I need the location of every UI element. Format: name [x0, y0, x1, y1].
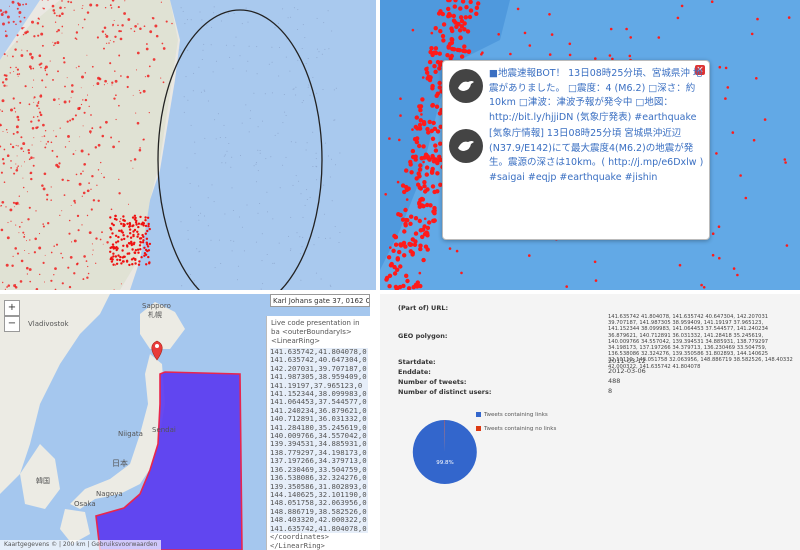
field-label: Number of distinct users:	[398, 388, 492, 396]
startdate-value: 2011-03-12	[608, 357, 646, 365]
zoom-in-button[interactable]: +	[4, 300, 20, 316]
field-label: Enddate:	[398, 368, 431, 376]
code-footer: </coordinates></LinearRing> </Polygon>	[270, 532, 330, 550]
tweet-count-value: 488	[608, 377, 621, 385]
enddate-value: 2012-03-06	[608, 367, 646, 375]
legend-item: Tweets containing no links	[476, 426, 556, 433]
coordinate-line: 141.635742,41.804078,0	[270, 523, 367, 533]
map-label: Niigata	[118, 430, 143, 438]
tweet-item: [気象庁情報] 13日08時25分頃 宮城県沖近辺 (N37.9/E142)にて…	[449, 127, 705, 185]
field-label: Number of tweets:	[398, 378, 467, 386]
avatar	[449, 129, 483, 163]
map-label: Nagoya	[96, 490, 123, 498]
distinct-users-value: 8	[608, 387, 613, 395]
query-results-panel: (Part of) URL: GEO polygon: 141.635742 4…	[380, 294, 800, 550]
tweet-text: [気象庁情報] 13日08時25分頃 宮城県沖近辺 (N37.9/E142)にて…	[489, 128, 704, 183]
bird-icon	[458, 141, 474, 151]
map-panel-tweet-density[interactable]	[0, 0, 376, 290]
field-label: GEO polygon:	[398, 332, 448, 340]
links-pie-chart: 99.8%	[412, 419, 477, 484]
legend-swatch	[476, 412, 481, 417]
panel-divider	[376, 0, 380, 550]
map-label: Vladivostok	[28, 320, 69, 328]
field-label: Startdate:	[398, 358, 436, 366]
tweet-popup: × ■地震速報BOT！ 13日08時25分頃、宮城県沖 地震がありました。 □震…	[442, 60, 710, 240]
legend-item: Tweets containing links	[476, 412, 548, 419]
bird-icon	[458, 81, 474, 91]
map-label: 札幌	[148, 311, 162, 319]
map-attribution: Kaartgegevens © | 200 km | Gebruiksvoorw…	[0, 540, 162, 550]
polygon-map-panel[interactable]: Sapporo 札幌 Vladivostok 韓国 日本 Sendai Niig…	[0, 294, 370, 550]
map-label: 日本	[112, 459, 128, 468]
tweet-text: ■地震速報BOT！ 13日08時25分頃、宮城県沖 地震がありました。 □震度：…	[489, 68, 703, 123]
map-panel-tweet-popup[interactable]: × ■地震速報BOT！ 13日08時25分頃、宮城県沖 地震がありました。 □震…	[380, 0, 800, 290]
map-label: Sendai	[152, 426, 176, 434]
pie-data-label: 99.8%	[436, 460, 453, 466]
map-label: Sapporo	[142, 302, 171, 310]
map-label: 韓国	[36, 477, 50, 485]
legend-swatch	[476, 426, 481, 431]
panel-divider	[0, 290, 800, 294]
coordinate-list: 141.635742,41.804078,0 141.635742,40.6473…	[270, 347, 368, 533]
map-label: Osaka	[74, 500, 96, 508]
avatar	[449, 69, 483, 103]
code-header: Live code presentation in ba <outerBound…	[271, 319, 360, 345]
code-presentation: Live code presentation in ba <outerBound…	[266, 316, 370, 550]
tweet-item: ■地震速報BOT！ 13日08時25分頃、宮城県沖 地震がありました。 □震度：…	[449, 67, 705, 125]
field-label: (Part of) URL:	[398, 304, 449, 312]
zoom-out-button[interactable]: −	[4, 316, 20, 332]
address-search-input[interactable]: Karl Johans gate 37, 0162 Oslo, N	[270, 294, 370, 307]
